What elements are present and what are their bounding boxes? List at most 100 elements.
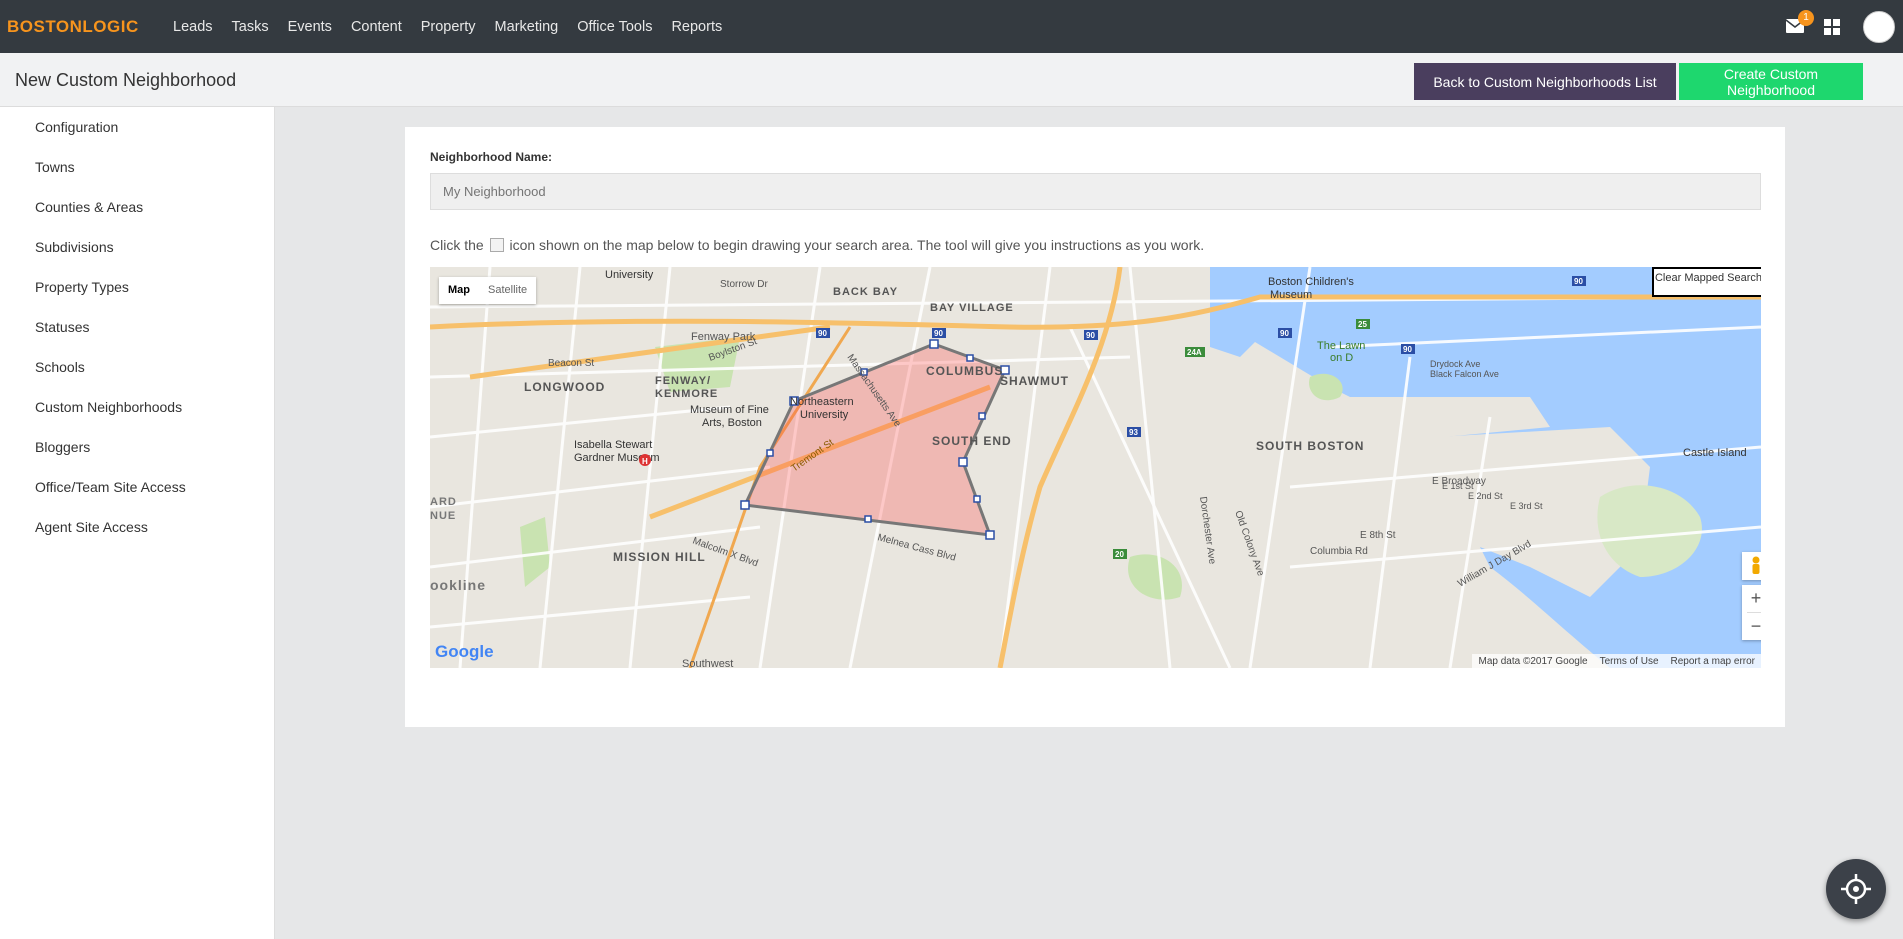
svg-text:90: 90 bbox=[818, 329, 827, 338]
neighborhood-name-label: Neighborhood Name: bbox=[430, 150, 552, 164]
map-label: Southwest bbox=[682, 658, 733, 668]
map-label: Black Falcon Ave bbox=[1430, 369, 1499, 379]
draw-polygon-icon bbox=[489, 238, 504, 253]
sidebar: Configuration Towns Counties & Areas Sub… bbox=[0, 107, 275, 939]
map-label: Storrow Dr bbox=[720, 279, 768, 290]
map-label: LONGWOOD bbox=[524, 380, 605, 394]
map-label: BAY VILLAGE bbox=[930, 302, 1014, 314]
map-label: ookline bbox=[430, 577, 486, 593]
map-label: SOUTH BOSTON bbox=[1256, 439, 1364, 453]
map-label: Dorchester Ave bbox=[1197, 496, 1217, 565]
top-nav: BOSTONLOGIC Leads Tasks Events Content P… bbox=[0, 0, 1903, 53]
crosshair-icon[interactable] bbox=[1826, 859, 1886, 919]
sidebar-item-bloggers[interactable]: Bloggers bbox=[0, 427, 274, 467]
sidebar-item-configuration[interactable]: Configuration bbox=[0, 107, 274, 147]
map-label: Northeastern bbox=[790, 396, 854, 408]
svg-text:90: 90 bbox=[934, 329, 943, 338]
report-map-error-link[interactable]: Report a map error bbox=[1665, 656, 1761, 667]
map-label: KENMORE bbox=[655, 388, 718, 400]
map-label: E 3rd St bbox=[1510, 501, 1543, 511]
nav-item-marketing[interactable]: Marketing bbox=[495, 19, 559, 35]
map-type-satellite-button[interactable]: Satellite bbox=[479, 277, 536, 304]
map-data-credit: Map data ©2017 Google bbox=[1478, 655, 1588, 667]
zoom-out-button[interactable]: − bbox=[1742, 613, 1761, 640]
main-nav: Leads Tasks Events Content Property Mark… bbox=[173, 19, 741, 35]
neighborhood-form-card: Neighborhood Name: Click the icon shown … bbox=[405, 127, 1785, 727]
sidebar-item-towns[interactable]: Towns bbox=[0, 147, 274, 187]
neighborhood-name-input[interactable] bbox=[430, 173, 1761, 210]
map-label: NUE bbox=[430, 510, 456, 522]
nav-item-leads[interactable]: Leads bbox=[173, 19, 213, 35]
map-label: Melnea Cass Blvd bbox=[876, 532, 957, 563]
map-label: E 2nd St bbox=[1468, 491, 1503, 501]
map-label: FENWAY/ bbox=[655, 375, 711, 387]
map-label: University bbox=[605, 269, 654, 281]
map-label: Museum bbox=[1270, 289, 1312, 301]
svg-text:H: H bbox=[642, 457, 648, 466]
map-canvas[interactable]: BACK BAY BAY VILLAGE Fenway Park LONGWOO… bbox=[430, 267, 1761, 668]
create-neighborhood-button[interactable]: Create Custom Neighborhood bbox=[1679, 63, 1863, 100]
zoom-in-button[interactable]: + bbox=[1742, 585, 1761, 612]
nav-item-office-tools[interactable]: Office Tools bbox=[577, 19, 652, 35]
nav-right: 1 bbox=[1786, 0, 1903, 53]
map-type-map-button[interactable]: Map bbox=[439, 277, 479, 304]
map-label: E 1st St bbox=[1442, 481, 1474, 491]
map-label: Castle Island bbox=[1683, 447, 1747, 459]
back-to-list-button[interactable]: Back to Custom Neighborhoods List bbox=[1414, 63, 1676, 100]
map-label: The Lawn bbox=[1317, 340, 1365, 352]
terms-of-use-link[interactable]: Terms of Use bbox=[1594, 656, 1665, 667]
nav-item-content[interactable]: Content bbox=[351, 19, 402, 35]
sidebar-item-statuses[interactable]: Statuses bbox=[0, 307, 274, 347]
sidebar-item-schools[interactable]: Schools bbox=[0, 347, 274, 387]
map-label: COLUMBUS bbox=[926, 364, 1003, 378]
page-header: New Custom Neighborhood Back to Custom N… bbox=[0, 53, 1903, 107]
map-label: SOUTH END bbox=[932, 434, 1012, 448]
map-label: Boston Children's bbox=[1268, 276, 1354, 288]
svg-text:25: 25 bbox=[1358, 320, 1367, 329]
svg-text:20: 20 bbox=[1115, 550, 1124, 559]
logo[interactable]: BOSTONLOGIC bbox=[7, 17, 157, 37]
map-label: Columbia Rd bbox=[1310, 546, 1368, 557]
svg-text:90: 90 bbox=[1086, 331, 1095, 340]
map-label: on D bbox=[1330, 352, 1353, 364]
svg-text:90: 90 bbox=[1403, 345, 1412, 354]
zoom-control: + − bbox=[1742, 585, 1761, 640]
svg-text:90: 90 bbox=[1574, 277, 1583, 286]
map-label: Arts, Boston bbox=[702, 417, 762, 429]
grid-icon[interactable] bbox=[1824, 18, 1840, 35]
sidebar-item-counties-areas[interactable]: Counties & Areas bbox=[0, 187, 274, 227]
nav-item-reports[interactable]: Reports bbox=[671, 19, 722, 35]
sidebar-item-custom-neighborhoods[interactable]: Custom Neighborhoods bbox=[0, 387, 274, 427]
map-label: Drydock Ave bbox=[1430, 359, 1480, 369]
clear-mapped-search-button[interactable]: Clear Mapped Search bbox=[1652, 267, 1761, 297]
map-label: Beacon St bbox=[548, 358, 594, 369]
nav-item-tasks[interactable]: Tasks bbox=[232, 19, 269, 35]
sidebar-item-agent-site-access[interactable]: Agent Site Access bbox=[0, 507, 274, 547]
nav-item-events[interactable]: Events bbox=[288, 19, 332, 35]
instructions-text-after: icon shown on the map below to begin dra… bbox=[509, 237, 1205, 253]
sidebar-item-property-types[interactable]: Property Types bbox=[0, 267, 274, 307]
sidebar-item-office-team-site-access[interactable]: Office/Team Site Access bbox=[0, 467, 274, 507]
notification-badge: 1 bbox=[1798, 9, 1814, 26]
map-label: Isabella Stewart bbox=[574, 439, 652, 451]
map-label: BACK BAY bbox=[833, 286, 898, 298]
street-view-pegman-icon[interactable] bbox=[1742, 552, 1761, 580]
map-label: MISSION HILL bbox=[613, 550, 706, 564]
svg-text:90: 90 bbox=[1280, 329, 1289, 338]
map-label: E 8th St bbox=[1360, 530, 1396, 541]
map-attribution: Map data ©2017 Google Terms of Use Repor… bbox=[1472, 654, 1761, 668]
map-label: University bbox=[800, 409, 849, 421]
instructions-text-before: Click the bbox=[430, 237, 484, 253]
nav-item-property[interactable]: Property bbox=[421, 19, 476, 35]
sidebar-item-subdivisions[interactable]: Subdivisions bbox=[0, 227, 274, 267]
page-title: New Custom Neighborhood bbox=[15, 70, 237, 90]
map-label: Museum of Fine bbox=[690, 404, 769, 416]
map-type-control: Map Satellite bbox=[439, 277, 537, 304]
avatar[interactable] bbox=[1863, 10, 1895, 43]
drawing-instructions: Click the icon shown on the map below to… bbox=[430, 237, 1204, 253]
svg-text:93: 93 bbox=[1129, 428, 1138, 437]
mail-icon[interactable]: 1 bbox=[1786, 9, 1814, 35]
map-label: SHAWMUT bbox=[1000, 374, 1069, 388]
svg-text:24A: 24A bbox=[1187, 348, 1202, 357]
map[interactable]: BACK BAY BAY VILLAGE Fenway Park LONGWOO… bbox=[430, 267, 1761, 668]
